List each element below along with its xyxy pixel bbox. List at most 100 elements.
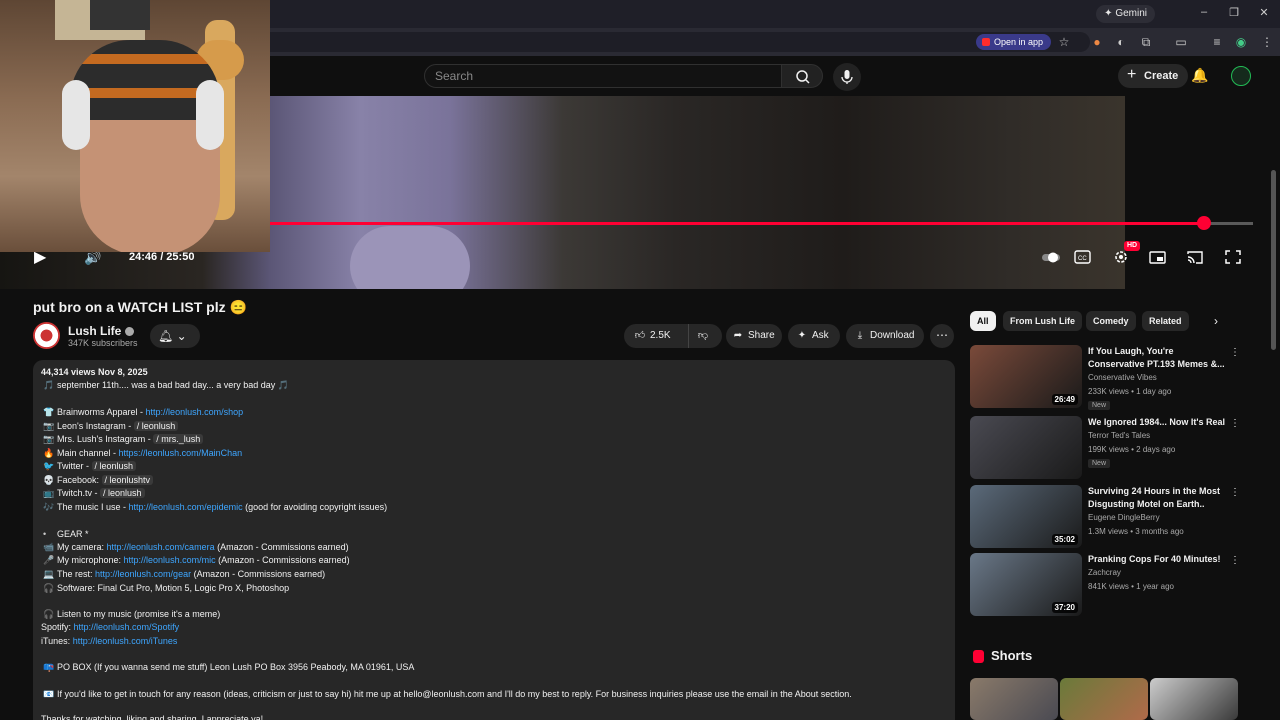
- channel-name[interactable]: Lush Life: [68, 324, 135, 338]
- chip-all[interactable]: All: [970, 311, 996, 331]
- recommended-channel[interactable]: Terror Ted's Tales: [1088, 431, 1150, 440]
- recommended-channel[interactable]: Zachcray: [1088, 568, 1121, 577]
- open-in-app-button[interactable]: Open in app: [976, 34, 1052, 50]
- recommended-title[interactable]: Pranking Cops For 40 Minutes!: [1088, 553, 1228, 566]
- like-button[interactable]: 👍︎ 2.5K: [624, 324, 684, 348]
- chevron-right-icon[interactable]: ›: [1214, 314, 1218, 328]
- profile-icon[interactable]: ◉: [1234, 35, 1248, 49]
- create-button[interactable]: Create: [1118, 63, 1189, 88]
- social-handle-link[interactable]: / leonlushtv: [101, 475, 154, 485]
- video-thumbnail[interactable]: [970, 416, 1082, 479]
- more-actions-icon[interactable]: ⋯: [930, 324, 954, 348]
- description-link[interactable]: http://leonlush.com/iTunes: [73, 636, 178, 646]
- chip-comedy[interactable]: Comedy: [1086, 311, 1136, 331]
- video-thumbnail[interactable]: 35:02: [970, 485, 1082, 548]
- search-input[interactable]: Search: [424, 64, 782, 88]
- social-handle-link[interactable]: / leonlush: [133, 421, 179, 431]
- kebab-menu-icon[interactable]: ⋮: [1230, 555, 1240, 566]
- recommended-title[interactable]: If You Laugh, You're Conservative PT.193…: [1088, 345, 1228, 371]
- menu-icon[interactable]: ⋮: [1260, 35, 1274, 49]
- kebab-menu-icon[interactable]: ⋮: [1230, 347, 1240, 358]
- description-link[interactable]: http://leonlush.com/camera: [107, 542, 215, 552]
- description-text-span: Brainworms Apparel -: [57, 407, 146, 417]
- miniplayer-icon[interactable]: [1149, 249, 1167, 265]
- social-handle-link[interactable]: / leonlush: [91, 461, 137, 471]
- autoplay-toggle-icon[interactable]: [1041, 249, 1060, 265]
- star-icon[interactable]: ☆: [1057, 35, 1071, 49]
- voice-search-button[interactable]: [833, 63, 861, 91]
- share-button[interactable]: ➦ Share: [726, 324, 782, 348]
- puzzle-icon[interactable]: ⧉: [1139, 35, 1153, 49]
- short-thumbnail[interactable]: [1060, 678, 1148, 720]
- recommended-meta: 841K views • 1 year ago: [1088, 582, 1174, 591]
- channel-avatar[interactable]: [33, 322, 60, 349]
- short-thumbnail[interactable]: [1150, 678, 1238, 720]
- kebab-menu-icon[interactable]: ⋮: [1230, 487, 1240, 498]
- gemini-label: Gemini: [1115, 8, 1147, 19]
- duration-badge: 37:20: [1051, 602, 1078, 613]
- dislike-button[interactable]: 👎︎: [688, 324, 718, 348]
- description-line: 📺 Twitch.tv - / leonlush: [43, 488, 145, 499]
- recommended-channel[interactable]: Conservative Vibes: [1088, 373, 1157, 382]
- social-handle-link[interactable]: / leonlush: [100, 488, 145, 498]
- shorts-heading: Shorts: [991, 648, 1033, 663]
- extension-icon[interactable]: ◐: [1114, 35, 1128, 49]
- brave-icon[interactable]: ●: [1090, 35, 1104, 49]
- recommended-video[interactable]: 37:20 Pranking Cops For 40 Minutes! Zachcr…: [970, 553, 1240, 617]
- social-handle-link[interactable]: / mrs._lush: [153, 434, 204, 444]
- progress-scrubber[interactable]: [1196, 216, 1211, 230]
- description-line: 🔥 Main channel - https://leonlush.com/Mai…: [43, 448, 242, 459]
- description-link[interactable]: http://leonlush.com/Spotify: [74, 622, 180, 632]
- notifications-icon[interactable]: 🔔: [1191, 67, 1208, 84]
- recommended-channel[interactable]: Eugene DingleBerry: [1088, 513, 1160, 522]
- cast-tab-icon[interactable]: ▭: [1174, 35, 1188, 49]
- description-link[interactable]: http://leonlush.com/shop: [146, 407, 244, 417]
- description-link[interactable]: http://leonlush.com/epidemic: [129, 502, 243, 512]
- account-avatar[interactable]: [1231, 66, 1251, 86]
- close-icon[interactable]: ✕: [1256, 6, 1272, 19]
- description-text-span: Twitch.tv -: [57, 488, 101, 498]
- description-emoji-icon: 📧: [43, 689, 55, 699]
- recommended-video[interactable]: 26:49 If You Laugh, You're Conservative P…: [970, 345, 1240, 410]
- description-line: Thanks for watching, liking and sharing.…: [41, 714, 264, 720]
- thumbs-down-icon: 👎︎: [697, 330, 709, 341]
- fullscreen-icon[interactable]: [1224, 249, 1242, 265]
- recommended-video[interactable]: We Ignored 1984... Now It's Real Terror T…: [970, 416, 1240, 480]
- minimize-icon[interactable]: –: [1196, 6, 1212, 18]
- share-icon: ➦: [733, 330, 743, 341]
- description-text-span: september 11th.... was a bad bad day... …: [57, 380, 290, 390]
- video-thumbnail[interactable]: 37:20: [970, 553, 1082, 616]
- url-field[interactable]: [260, 32, 1090, 52]
- subscription-bell-button[interactable]: 🔔︎ ⌄: [150, 324, 200, 348]
- description-emoji-icon: 👕: [43, 407, 55, 417]
- description-link[interactable]: http://leonlush.com/gear: [95, 569, 191, 579]
- search-button[interactable]: [781, 64, 823, 88]
- download-button[interactable]: ⤓ Download: [846, 324, 924, 348]
- description-text-span: If you'd like to get in touch for any re…: [57, 689, 852, 699]
- description-text-span: The music I use -: [57, 502, 129, 512]
- cast-icon[interactable]: [1186, 249, 1204, 265]
- settings-icon[interactable]: [1112, 249, 1130, 265]
- description-link[interactable]: https://leonlush.com/MainChan: [119, 448, 243, 458]
- svg-text:CC: CC: [1078, 256, 1087, 262]
- gemini-button[interactable]: ✦ Gemini: [1096, 5, 1155, 23]
- kebab-menu-icon[interactable]: ⋮: [1230, 418, 1240, 429]
- captions-icon[interactable]: CC: [1074, 249, 1092, 265]
- restore-icon[interactable]: ❐: [1226, 6, 1242, 19]
- page-scrollbar[interactable]: [1271, 170, 1276, 350]
- recommended-meta: 199K views • 2 days ago: [1088, 445, 1176, 454]
- chip-related[interactable]: Related: [1142, 311, 1189, 331]
- share-label: Share: [748, 330, 775, 341]
- reading-list-icon[interactable]: ≡: [1210, 35, 1224, 49]
- description-text-span: Twitter -: [57, 461, 92, 471]
- description-line: 📷 Mrs. Lush's Instagram - / mrs._lush: [43, 434, 204, 445]
- recommended-title[interactable]: We Ignored 1984... Now It's Real: [1088, 416, 1228, 429]
- ask-button[interactable]: ✦ Ask: [788, 324, 840, 348]
- video-thumbnail[interactable]: 26:49: [970, 345, 1082, 408]
- chip-from-lush-life[interactable]: From Lush Life: [1003, 311, 1082, 331]
- short-thumbnail[interactable]: [970, 678, 1058, 720]
- recommended-title[interactable]: Surviving 24 Hours in the Most Disgustin…: [1088, 485, 1228, 511]
- recommended-video[interactable]: 35:02 Surviving 24 Hours in the Most Disg…: [970, 485, 1240, 549]
- description-text-span: iTunes:: [41, 636, 73, 646]
- description-link[interactable]: http://leonlush.com/mic: [124, 555, 216, 565]
